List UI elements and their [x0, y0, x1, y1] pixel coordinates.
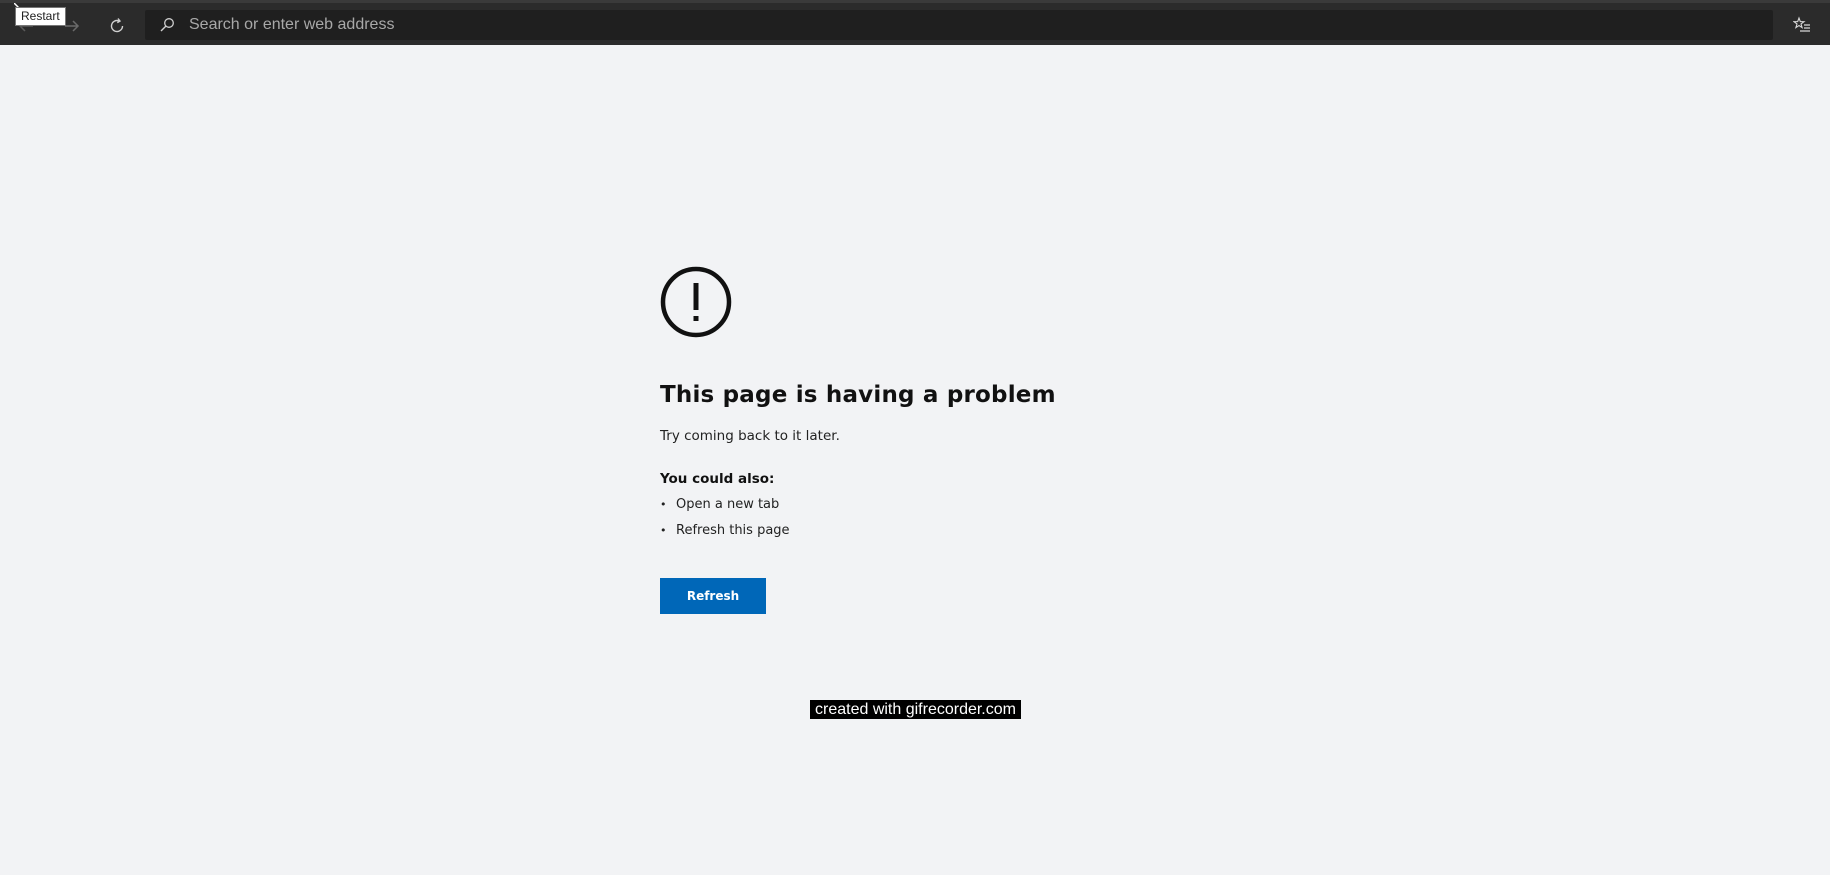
page-title: This page is having a problem [660, 382, 1056, 408]
bullet: • [660, 498, 667, 511]
list-item: • Open a new tab [660, 496, 1160, 522]
search-input[interactable] [189, 10, 1749, 40]
list-item: • Refresh this page [660, 522, 1160, 548]
suggestions-heading: You could also: [660, 471, 775, 487]
suggestions-list: • Open a new tab • Refresh this page [660, 496, 1160, 548]
suggestion-refresh-page: Refresh this page [676, 523, 790, 538]
favorites-button[interactable] [1790, 13, 1814, 37]
address-bar[interactable] [145, 10, 1773, 40]
refresh-button[interactable]: Refresh [660, 578, 766, 614]
suggestion-open-new-tab: Open a new tab [676, 497, 780, 512]
reload-button[interactable] [103, 12, 131, 40]
watermark: created with gifrecorder.com [810, 700, 1021, 719]
browser-toolbar: Restart [0, 0, 1830, 45]
bullet: • [660, 524, 667, 537]
search-icon [160, 18, 174, 32]
refresh-icon [110, 18, 124, 33]
error-content: This page is having a problem Try coming… [660, 266, 1160, 614]
exclamation-circle-icon [660, 266, 732, 338]
forward-arrow-icon [65, 20, 80, 32]
favorites-list-icon [1793, 16, 1810, 32]
tooltip: Restart [15, 7, 66, 26]
page-subtitle: Try coming back to it later. [660, 428, 840, 444]
